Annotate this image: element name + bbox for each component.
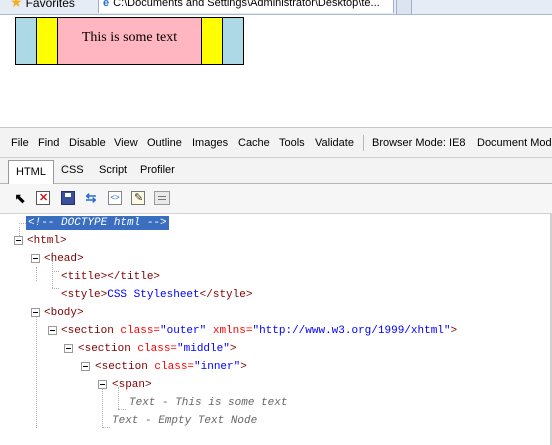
- menu-validate[interactable]: Validate: [315, 137, 354, 149]
- menu-separator: [363, 135, 364, 151]
- browser-mode-menu[interactable]: Browser Mode: IE8: [372, 137, 466, 149]
- menu-cache[interactable]: Cache: [238, 137, 270, 149]
- tag-title: <title></title>: [61, 271, 161, 283]
- outer-section: This is some text: [15, 17, 244, 65]
- tag-open: <section: [61, 325, 114, 337]
- attr-value: "outer": [160, 325, 207, 337]
- tree-node-section-inner[interactable]: <section class="inner">: [95, 360, 247, 374]
- tree-node-title[interactable]: <title></title>: [61, 270, 160, 284]
- page-content: This is some text: [0, 15, 552, 127]
- menu-tools[interactable]: Tools: [279, 137, 305, 149]
- tab-profiler[interactable]: Profiler: [140, 164, 175, 176]
- inner-text: This is some text: [81, 30, 178, 45]
- tag-body: <body>: [44, 307, 84, 319]
- tree-node-text[interactable]: Text - This is some text: [129, 396, 287, 410]
- menu-images[interactable]: Images: [192, 137, 228, 149]
- empty-text-node-label: Text - Empty Text Node: [112, 415, 258, 427]
- refresh-icon[interactable]: ⇆: [84, 191, 98, 205]
- view-source-icon[interactable]: <>: [108, 191, 122, 205]
- tag-style-open: <style>: [61, 289, 108, 301]
- tree-node-style[interactable]: <style>CSS Stylesheet</style>: [61, 288, 252, 302]
- tab-script[interactable]: Script: [99, 164, 127, 176]
- tag-head: <head>: [44, 253, 84, 265]
- menu-disable[interactable]: Disable: [69, 137, 106, 149]
- select-element-icon[interactable]: ⬉: [13, 191, 27, 205]
- clear-browser-cache-icon[interactable]: [36, 191, 50, 205]
- tree-node-body[interactable]: <body>: [44, 306, 84, 320]
- collapse-icon[interactable]: [98, 380, 107, 389]
- tree-guide: [102, 387, 103, 428]
- collapse-icon[interactable]: [64, 344, 73, 353]
- document-mode-menu[interactable]: Document Mode: [477, 137, 552, 149]
- browser-tab-active[interactable]: e C:\Documents and Settings\Administrator…: [98, 0, 394, 13]
- middle-section: This is some text: [36, 18, 223, 64]
- tag-open: <section: [95, 361, 148, 373]
- browser-tab-strip: ★ Favorites e C:\Documents and Settings\Ad…: [0, 0, 552, 15]
- tree-guide: [52, 271, 59, 272]
- tree-guide: [52, 288, 59, 289]
- edit-icon[interactable]: [131, 191, 145, 205]
- tree-guide: [19, 223, 26, 224]
- collapse-icon[interactable]: [81, 362, 90, 371]
- attr-value: "http://www.w3.org/1999/xhtml": [252, 325, 451, 337]
- favorites-label: Favorites: [25, 0, 75, 10]
- developer-tools: File Find Disable View Outline Images Ca…: [0, 127, 552, 445]
- attr-class: class=: [137, 343, 178, 355]
- menu-find[interactable]: Find: [38, 137, 59, 149]
- tree-node-html[interactable]: <html>: [27, 234, 67, 248]
- menu-file[interactable]: File: [11, 137, 29, 149]
- save-icon[interactable]: [61, 191, 75, 205]
- attr-class: class=: [120, 325, 161, 337]
- star-icon: ★: [10, 0, 23, 10]
- tree-guide: [102, 427, 110, 428]
- tree-node-span[interactable]: <span>: [112, 378, 152, 392]
- collapse-icon[interactable]: [31, 254, 40, 263]
- collapse-icon[interactable]: [31, 308, 40, 317]
- tree-node-doctype[interactable]: <!-- DOCTYPE html -->: [26, 216, 169, 230]
- tag-close: >: [229, 343, 237, 355]
- tag-html: <html>: [27, 235, 67, 247]
- tag-span: <span>: [112, 379, 152, 391]
- attr-value: "inner": [194, 361, 241, 373]
- browser-tab-title: C:\Documents and Settings\Administrator\…: [113, 0, 380, 9]
- collapse-icon[interactable]: [48, 326, 57, 335]
- ie-page-icon: e: [103, 0, 110, 9]
- tree-guide: [36, 314, 37, 428]
- tag-open: <section: [78, 343, 131, 355]
- tree-guide: [118, 409, 126, 410]
- devtools-menubar: File Find Disable View Outline Images Ca…: [0, 127, 552, 158]
- devtools-toolbar: ⬉ ⇆ <>: [0, 184, 552, 214]
- dom-tree: <!-- DOCTYPE html --> <html> <head> <tit…: [0, 214, 552, 445]
- collapse-icon[interactable]: [14, 236, 23, 245]
- tree-guide: [36, 267, 37, 281]
- tree-node-empty-text[interactable]: Text - Empty Text Node: [112, 414, 257, 428]
- tree-node-section-middle[interactable]: <section class="middle">: [78, 342, 236, 356]
- tab-html[interactable]: HTML: [8, 160, 54, 184]
- tag-close: >: [450, 325, 458, 337]
- tag-close: >: [240, 361, 247, 373]
- tree-node-head[interactable]: <head>: [44, 252, 84, 266]
- tag-style-close: </style>: [199, 289, 253, 301]
- attr-class: class=: [154, 361, 195, 373]
- menu-view[interactable]: View: [114, 137, 138, 149]
- tree-node-section-outer[interactable]: <section class="outer" xmlns="http://www…: [61, 324, 457, 338]
- devtools-tabbar: HTML CSS Script Profiler: [0, 158, 552, 184]
- tab-css[interactable]: CSS: [61, 164, 84, 176]
- favorites-button[interactable]: ★ Favorites: [10, 0, 75, 11]
- attr-value: "middle": [177, 343, 230, 355]
- new-tab-button[interactable]: [396, 0, 412, 14]
- attr-xmlns: xmlns=: [212, 325, 253, 337]
- style-text: CSS Stylesheet: [107, 289, 200, 301]
- text-node-label: Text - This is some text: [129, 397, 288, 409]
- menu-outline[interactable]: Outline: [147, 137, 182, 149]
- word-wrap-icon[interactable]: [154, 191, 170, 205]
- inner-section: This is some text: [57, 18, 202, 64]
